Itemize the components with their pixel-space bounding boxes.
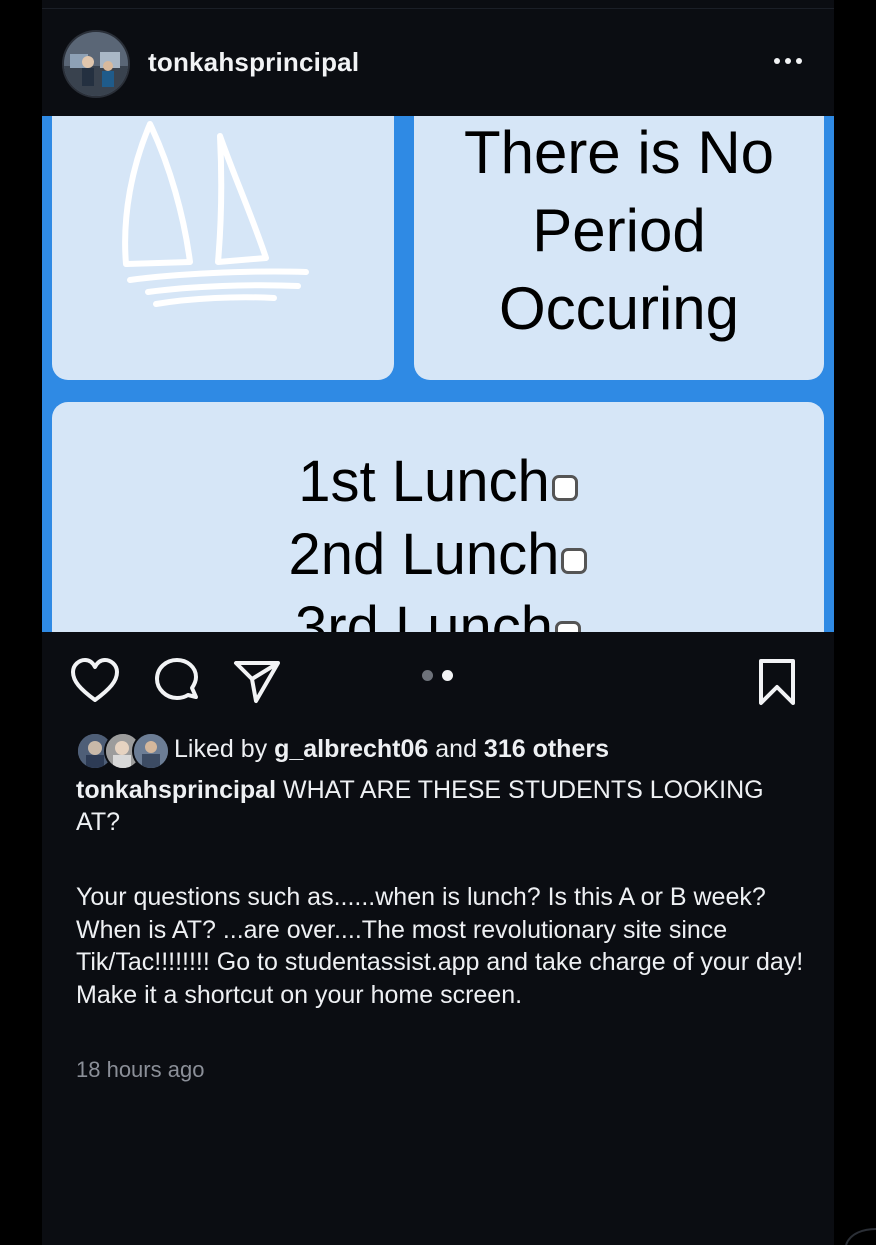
- checkbox-icon: [561, 548, 588, 574]
- screen: tonkahsprincipal There is No Period Occu…: [0, 0, 876, 1245]
- sailboat-card: [52, 116, 394, 380]
- instagram-post-view: tonkahsprincipal There is No Period Occu…: [42, 0, 834, 1245]
- liker-avatars: [76, 732, 170, 770]
- profile-avatar[interactable]: [64, 32, 128, 96]
- likes-middle: and: [428, 735, 484, 763]
- likes-prefix: Liked by: [174, 735, 275, 763]
- caption: tonkahsprincipal WHAT ARE THESE STUDENTS…: [76, 774, 806, 838]
- status-line: Period: [532, 197, 706, 264]
- lunch-option-label: 3rd Lunch: [295, 595, 553, 632]
- carousel-indicator: [422, 670, 462, 684]
- lunch-card: 1st Lunch 2nd Lunch 3rd Lunch: [52, 402, 824, 632]
- status-line: There is No: [463, 119, 775, 186]
- avatar-photo: [64, 32, 128, 96]
- checkbox-icon: [554, 621, 581, 632]
- lunch-option: 3rd Lunch: [52, 594, 824, 632]
- send-icon[interactable]: [232, 657, 282, 707]
- period-status-card: There is No Period Occuring: [414, 116, 824, 380]
- likes-others[interactable]: 316 others: [484, 735, 609, 763]
- divider: [42, 8, 834, 9]
- more-horizontal-icon[interactable]: [768, 46, 808, 76]
- bookmark-icon[interactable]: [752, 657, 802, 707]
- period-status-text: There is No Period Occuring: [414, 116, 824, 348]
- lunch-option: 1st Lunch: [52, 448, 824, 515]
- caption-username[interactable]: tonkahsprincipal: [76, 776, 276, 804]
- post-username[interactable]: tonkahsprincipal: [148, 47, 359, 78]
- lunch-option: 2nd Lunch: [52, 521, 824, 588]
- status-line: Occuring: [498, 275, 740, 342]
- caption-body: Your questions such as......when is lunc…: [76, 883, 804, 1009]
- checkbox-icon: [551, 475, 578, 501]
- lunch-option-label: 1st Lunch: [298, 449, 550, 514]
- likes-text: Liked by g_albrecht06 and 316 others: [174, 735, 609, 764]
- heart-icon[interactable]: [70, 657, 120, 707]
- sailboat-icon: [122, 121, 309, 307]
- comment-icon[interactable]: [152, 657, 202, 707]
- corner-decoration: [845, 1228, 876, 1245]
- post-image[interactable]: There is No Period Occuring 1st Lunch 2n…: [42, 116, 834, 632]
- carousel-dot: [422, 670, 433, 681]
- post-timestamp: 18 hours ago: [76, 1057, 205, 1082]
- post-header: tonkahsprincipal: [42, 20, 834, 116]
- lunch-option-label: 2nd Lunch: [288, 522, 560, 587]
- liker-username[interactable]: g_albrecht06: [274, 735, 428, 763]
- liker-avatar: [132, 732, 170, 770]
- carousel-dot-active: [442, 670, 453, 681]
